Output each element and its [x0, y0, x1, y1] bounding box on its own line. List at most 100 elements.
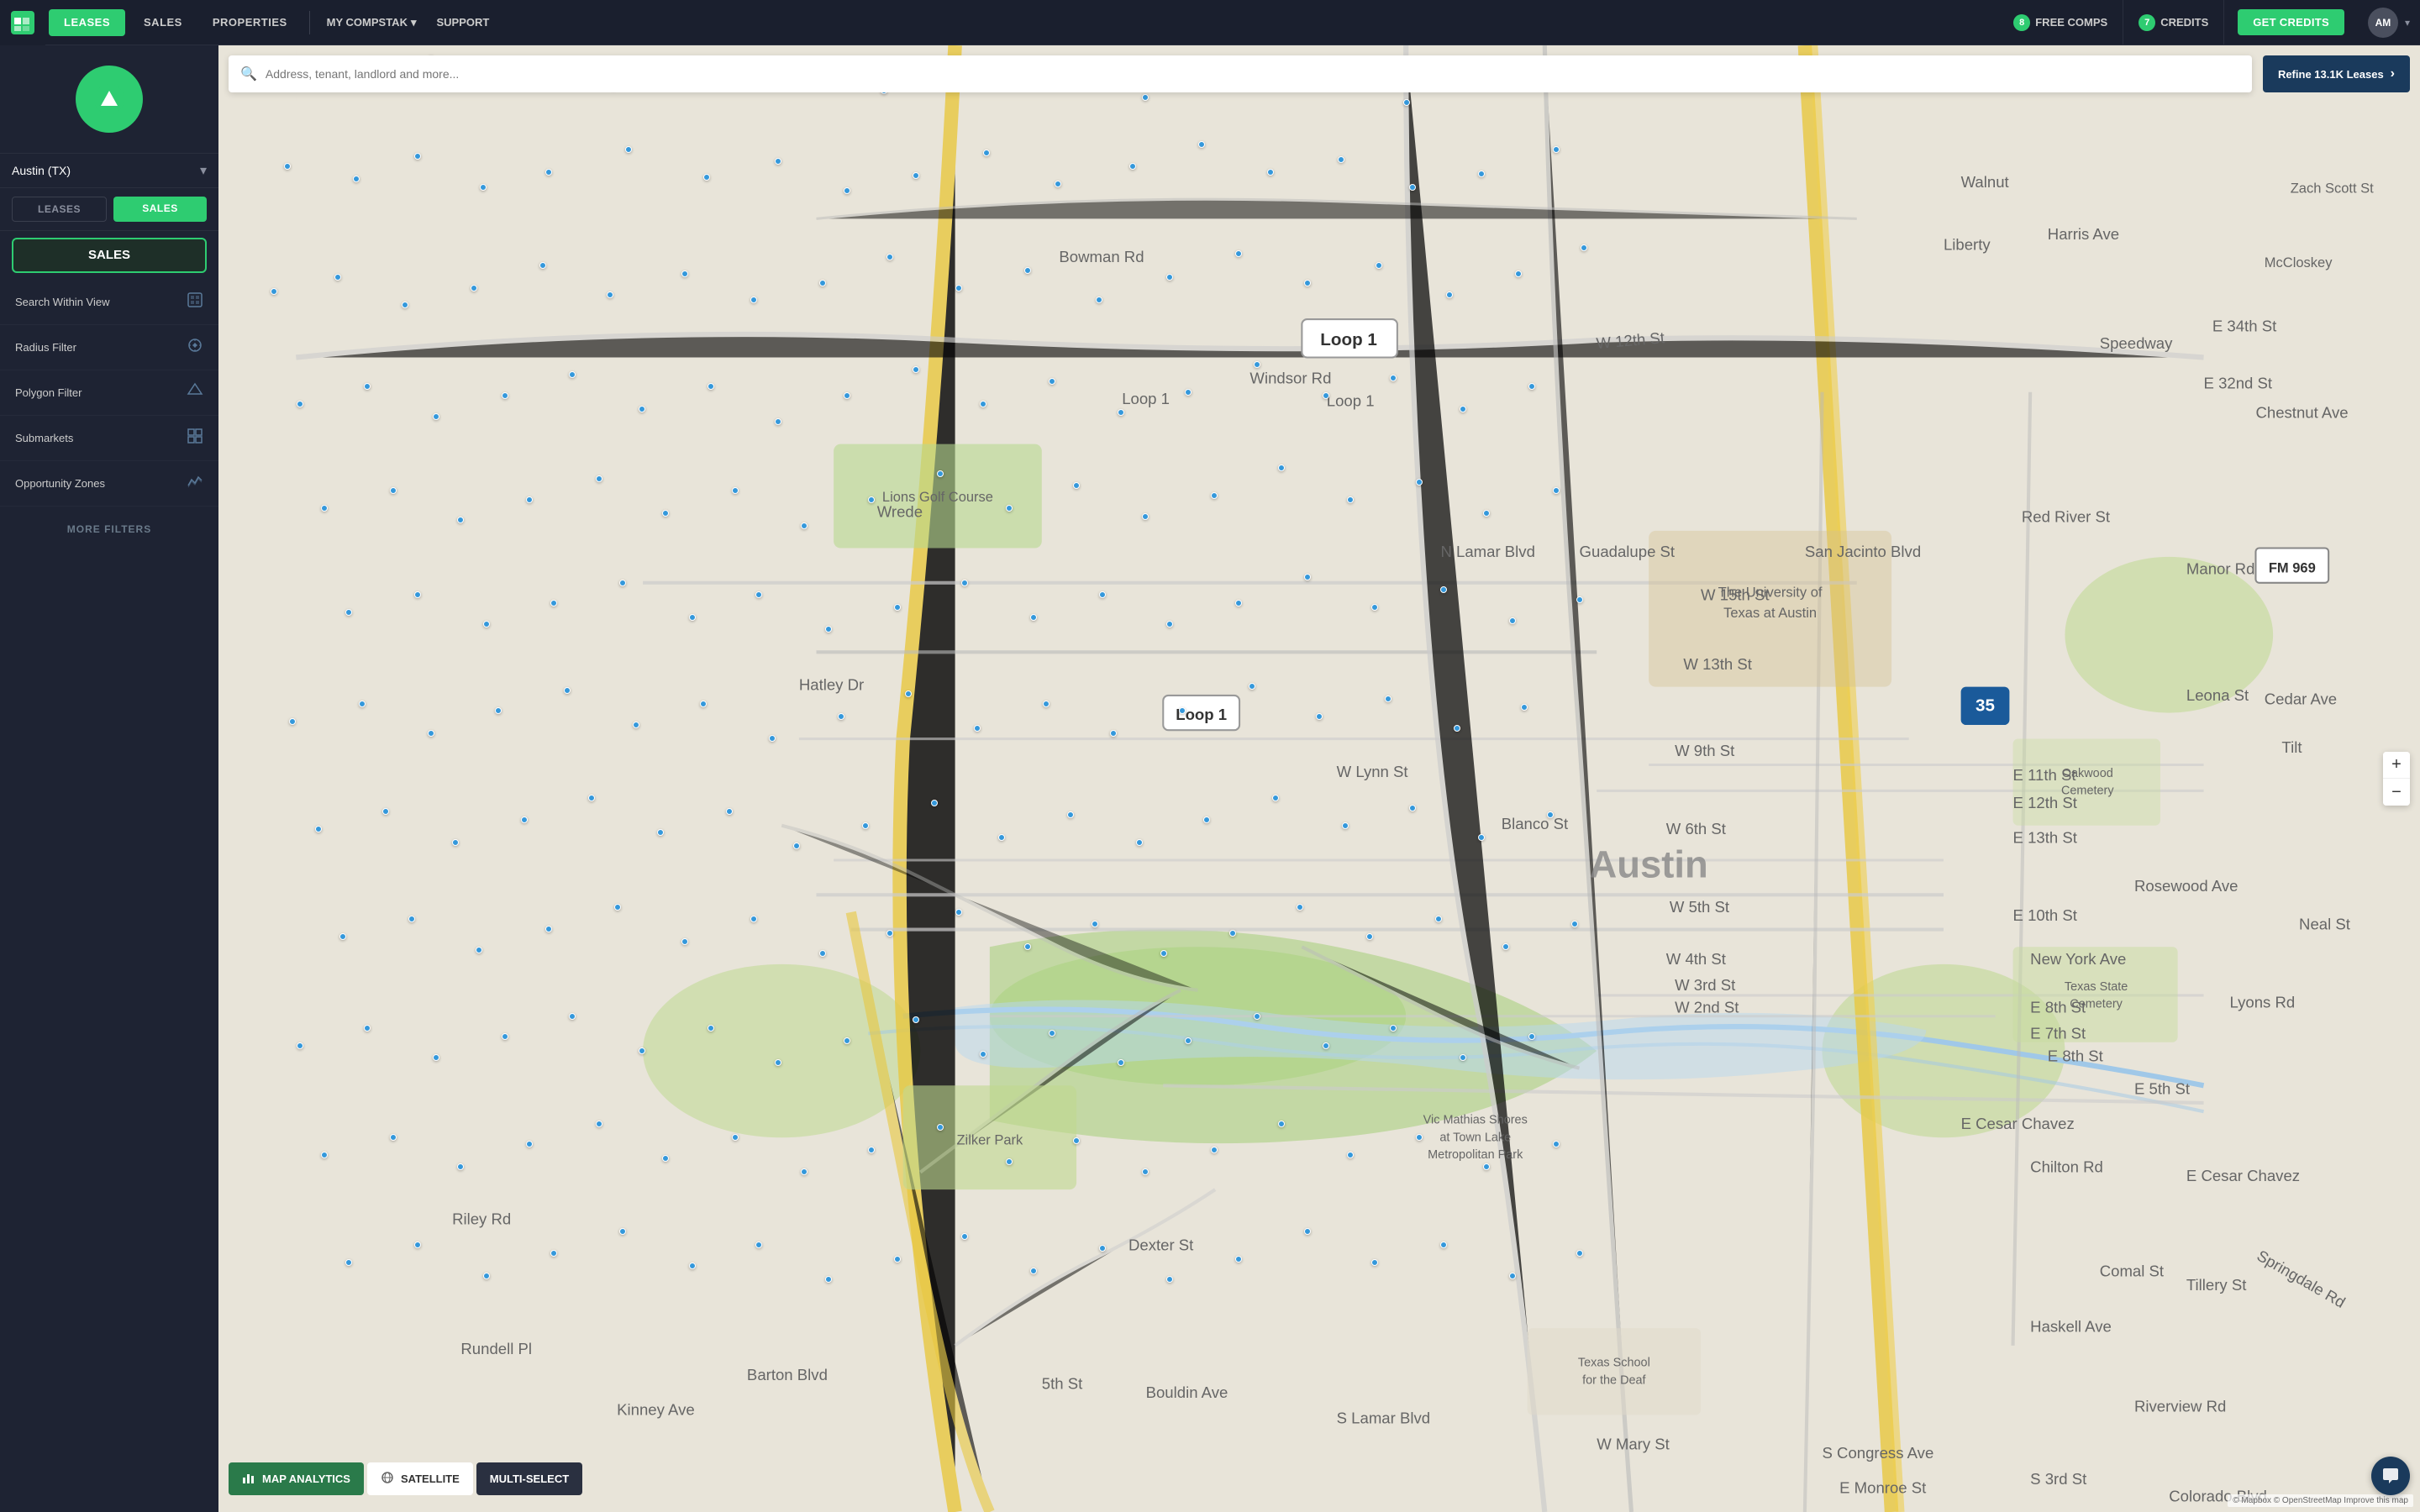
map-dot[interactable]	[775, 418, 781, 425]
map-dot[interactable]	[619, 1228, 626, 1235]
map-dot[interactable]	[974, 725, 981, 732]
map-dot[interactable]	[483, 621, 490, 627]
map-dot[interactable]	[1179, 707, 1186, 714]
map-dot[interactable]	[1185, 389, 1192, 396]
map-dot[interactable]	[1304, 1228, 1311, 1235]
map-dot[interactable]	[1211, 1147, 1218, 1153]
map-dot[interactable]	[662, 1155, 669, 1162]
map-dot[interactable]	[502, 392, 508, 399]
map-dot[interactable]	[1371, 1259, 1378, 1266]
map-search-bar[interactable]: 🔍	[229, 55, 2252, 92]
map-dot[interactable]	[364, 1025, 371, 1032]
map-dot[interactable]	[955, 285, 962, 291]
logo[interactable]	[0, 0, 45, 45]
map-dot[interactable]	[297, 401, 303, 407]
nav-support[interactable]: SUPPORT	[427, 16, 500, 29]
map-dot[interactable]	[452, 839, 459, 846]
zoom-out-button[interactable]: −	[2383, 779, 2410, 806]
map-dot[interactable]	[998, 834, 1005, 841]
map-dot[interactable]	[457, 517, 464, 523]
map-dot[interactable]	[1055, 181, 1061, 187]
map-dot[interactable]	[1030, 614, 1037, 621]
map-dot[interactable]	[457, 1163, 464, 1170]
search-input[interactable]	[266, 67, 2240, 81]
map-dot[interactable]	[868, 496, 875, 503]
map-dot[interactable]	[297, 1042, 303, 1049]
zoom-in-button[interactable]: +	[2383, 752, 2410, 779]
map-dot[interactable]	[894, 1256, 901, 1263]
map-analytics-button[interactable]: MAP ANALYTICS	[229, 1462, 364, 1495]
map-dot[interactable]	[750, 297, 757, 303]
map-dot[interactable]	[1440, 586, 1447, 593]
map-dot[interactable]	[1416, 479, 1423, 486]
map-dot[interactable]	[1006, 1158, 1013, 1165]
map-dot[interactable]	[596, 475, 602, 482]
map-dot[interactable]	[862, 822, 869, 829]
map-dot[interactable]	[639, 406, 645, 412]
map-dot[interactable]	[894, 604, 901, 611]
map-dot[interactable]	[913, 366, 919, 373]
map-dot[interactable]	[633, 722, 639, 728]
map-dot[interactable]	[1509, 617, 1516, 624]
map-dot[interactable]	[402, 302, 408, 308]
map-dot[interactable]	[1371, 604, 1378, 611]
map-dot[interactable]	[755, 1242, 762, 1248]
map-dot[interactable]	[1460, 1054, 1466, 1061]
map-dot[interactable]	[1185, 1037, 1192, 1044]
map-dot[interactable]	[1366, 933, 1373, 940]
map-dot[interactable]	[700, 701, 707, 707]
map-dot[interactable]	[1267, 169, 1274, 176]
map-dot[interactable]	[708, 1025, 714, 1032]
map-dot[interactable]	[657, 829, 664, 836]
map-dot[interactable]	[339, 933, 346, 940]
map-dot[interactable]	[681, 270, 688, 277]
map-dot[interactable]	[1509, 1273, 1516, 1279]
map-dot[interactable]	[564, 687, 571, 694]
map-dot[interactable]	[689, 614, 696, 621]
map-dot[interactable]	[588, 795, 595, 801]
map-dot[interactable]	[345, 1259, 352, 1266]
map-dot[interactable]	[1409, 805, 1416, 811]
map-dot[interactable]	[1142, 1168, 1149, 1175]
map-dot[interactable]	[526, 496, 533, 503]
map-dot[interactable]	[1073, 1137, 1080, 1144]
map-dot[interactable]	[819, 950, 826, 957]
map-dot[interactable]	[1118, 409, 1124, 416]
map-dot[interactable]	[775, 158, 781, 165]
map-dot[interactable]	[1099, 1245, 1106, 1252]
map-dot[interactable]	[1249, 683, 1255, 690]
map-dot[interactable]	[844, 392, 850, 399]
map-dot[interactable]	[1435, 916, 1442, 922]
map-dot[interactable]	[550, 1250, 557, 1257]
map-dot[interactable]	[732, 1134, 739, 1141]
map-dot[interactable]	[364, 383, 371, 390]
free-comps-button[interactable]: 8 FREE COMPS	[1998, 0, 2123, 45]
map-dot[interactable]	[390, 1134, 397, 1141]
map-dot[interactable]	[1571, 921, 1578, 927]
map-dot[interactable]	[1096, 297, 1102, 303]
map-dot[interactable]	[775, 1059, 781, 1066]
sales-highlighted-box[interactable]: SALES	[12, 238, 207, 273]
map-dot[interactable]	[639, 1047, 645, 1054]
map-container[interactable]: Loop 1	[218, 45, 2420, 1512]
map-dot[interactable]	[569, 371, 576, 378]
map-dot[interactable]	[1073, 482, 1080, 489]
map-dot[interactable]	[955, 909, 962, 916]
map-dot[interactable]	[1460, 406, 1466, 412]
map-dot[interactable]	[1067, 811, 1074, 818]
map-dot[interactable]	[1092, 921, 1098, 927]
map-dot[interactable]	[1304, 574, 1311, 580]
map-dot[interactable]	[1347, 1152, 1354, 1158]
refine-button[interactable]: Refine 13.1K Leases ›	[2263, 55, 2410, 92]
map-dot[interactable]	[1099, 591, 1106, 598]
map-dot[interactable]	[1581, 244, 1587, 251]
map-dot[interactable]	[1235, 1256, 1242, 1263]
map-dot[interactable]	[483, 1273, 490, 1279]
location-selector[interactable]	[0, 45, 218, 154]
map-dot[interactable]	[428, 730, 434, 737]
map-dot[interactable]	[433, 413, 439, 420]
map-dot[interactable]	[1385, 696, 1392, 702]
map-dot[interactable]	[471, 285, 477, 291]
map-dot[interactable]	[521, 816, 528, 823]
map-dot[interactable]	[1576, 596, 1583, 603]
